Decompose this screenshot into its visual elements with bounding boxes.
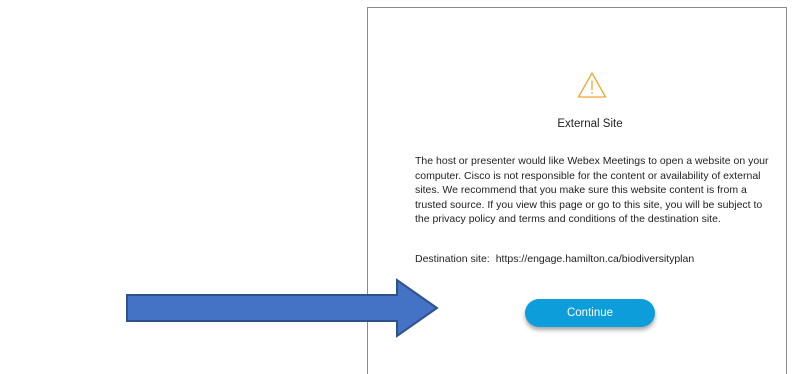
continue-button[interactable]: Continue	[525, 299, 655, 327]
arrow-right-icon	[126, 278, 439, 338]
destination-url: https://engage.hamilton.ca/biodiversityp…	[495, 253, 695, 265]
dialog-message: The host or presenter would like Webex M…	[415, 155, 769, 225]
destination-row: Destination site: https://engage.hamilton…	[415, 252, 775, 267]
screenshot-stage: External Site The host or presenter woul…	[0, 0, 796, 374]
dialog-title: External Site	[557, 118, 623, 130]
warning-icon	[577, 72, 607, 98]
destination-label: Destination site:	[415, 253, 490, 265]
